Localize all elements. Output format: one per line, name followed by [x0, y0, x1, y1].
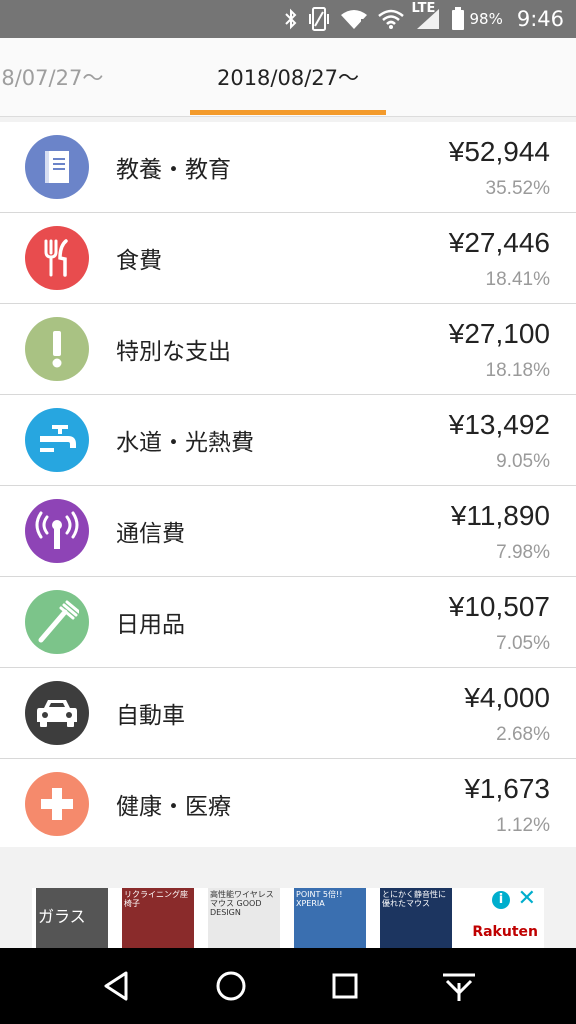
ad-area: ガラス リクライニング座椅子 高性能ワイヤレスマウス GOOD DESIGN P… — [0, 852, 576, 948]
tab-current-period[interactable]: 2018/08/27〜 — [190, 38, 386, 116]
car-icon — [25, 681, 89, 745]
vibrate-icon — [307, 6, 331, 32]
category-amount: ¥11,890 — [450, 500, 550, 531]
bluetooth-icon — [283, 7, 299, 31]
category-amount: ¥27,100 — [448, 318, 550, 349]
battery-icon — [451, 7, 465, 31]
category-name: 自動車 — [116, 703, 185, 729]
category-percent: 7.05% — [496, 633, 550, 654]
signal-icon: LTE — [411, 1, 443, 31]
category-amount: ¥13,492 — [448, 409, 550, 440]
category-row[interactable]: 日用品 ¥10,507 7.05% — [0, 577, 576, 668]
category-row[interactable]: 教養・教育 ¥52,944 35.52% — [0, 122, 576, 213]
category-row[interactable]: 自動車 ¥4,000 2.68% — [0, 668, 576, 759]
ad-close-icon[interactable]: ✕ — [518, 888, 536, 910]
ad-product-thumb[interactable]: とにかく静音性に優れたマウス — [380, 888, 452, 948]
battery-percent: 98% — [469, 10, 503, 28]
category-percent: 7.98% — [496, 542, 550, 563]
book-icon — [25, 135, 89, 199]
category-amount: ¥52,944 — [448, 136, 550, 167]
category-name: 食費 — [116, 248, 162, 274]
ad-banner[interactable]: ガラス リクライニング座椅子 高性能ワイヤレスマウス GOOD DESIGN P… — [32, 888, 544, 948]
category-amount: ¥1,673 — [464, 773, 550, 804]
category-percent: 35.52% — [485, 178, 550, 199]
category-amount: ¥4,000 — [464, 682, 550, 713]
medical-cross-icon — [25, 772, 89, 836]
exclamation-icon — [25, 317, 89, 381]
category-name: 水道・光熱費 — [116, 430, 254, 456]
category-percent: 18.18% — [485, 360, 550, 381]
category-percent: 9.05% — [496, 451, 550, 472]
category-row[interactable]: 健康・医療 ¥1,673 1.12% — [0, 759, 576, 847]
clock: 9:46 — [516, 7, 564, 31]
wifi-icon — [339, 7, 369, 31]
active-tab-indicator — [190, 110, 386, 115]
ad-product-thumb[interactable]: ガラス — [36, 888, 108, 948]
fork-knife-icon — [25, 226, 89, 290]
period-tabs: 18/07/27〜 2018/08/27〜 — [0, 38, 576, 117]
category-name: 健康・医療 — [116, 794, 231, 820]
ad-brand-logo: Rakuten — [472, 924, 538, 940]
category-amount: ¥27,446 — [448, 227, 550, 258]
category-row[interactable]: 通信費 ¥11,890 7.98% — [0, 486, 576, 577]
recents-icon[interactable] — [320, 961, 370, 1011]
tab-previous-period[interactable]: 18/07/27〜 — [0, 38, 103, 116]
ad-product-thumb[interactable]: POINT 5倍!! XPERIA — [294, 888, 366, 948]
category-list: 教養・教育 ¥52,944 35.52% 食費 ¥27,446 18.41% 特… — [0, 122, 576, 847]
category-name: 特別な支出 — [116, 339, 231, 365]
category-amount: ¥10,507 — [448, 591, 550, 622]
faucet-icon — [25, 408, 89, 472]
wifi-icon — [377, 8, 405, 30]
hide-keyboard-icon[interactable] — [434, 961, 484, 1011]
back-icon[interactable] — [92, 961, 142, 1011]
toothbrush-icon — [25, 590, 89, 654]
ad-info-icon[interactable]: i — [492, 891, 510, 909]
category-percent: 2.68% — [496, 724, 550, 745]
category-name: 日用品 — [116, 612, 185, 638]
antenna-icon — [25, 499, 89, 563]
category-row[interactable]: 食費 ¥27,446 18.41% — [0, 213, 576, 304]
category-row[interactable]: 水道・光熱費 ¥13,492 9.05% — [0, 395, 576, 486]
ad-product-thumb[interactable]: 高性能ワイヤレスマウス GOOD DESIGN — [208, 888, 280, 948]
category-percent: 1.12% — [496, 815, 550, 836]
system-nav-bar — [0, 948, 576, 1024]
category-name: 教養・教育 — [116, 157, 231, 183]
category-name: 通信費 — [116, 521, 185, 547]
category-percent: 18.41% — [485, 269, 550, 290]
status-bar: LTE 98% 9:46 — [0, 0, 576, 38]
home-icon[interactable] — [206, 961, 256, 1011]
ad-product-thumb[interactable]: リクライニング座椅子 — [122, 888, 194, 948]
category-row[interactable]: 特別な支出 ¥27,100 18.18% — [0, 304, 576, 395]
